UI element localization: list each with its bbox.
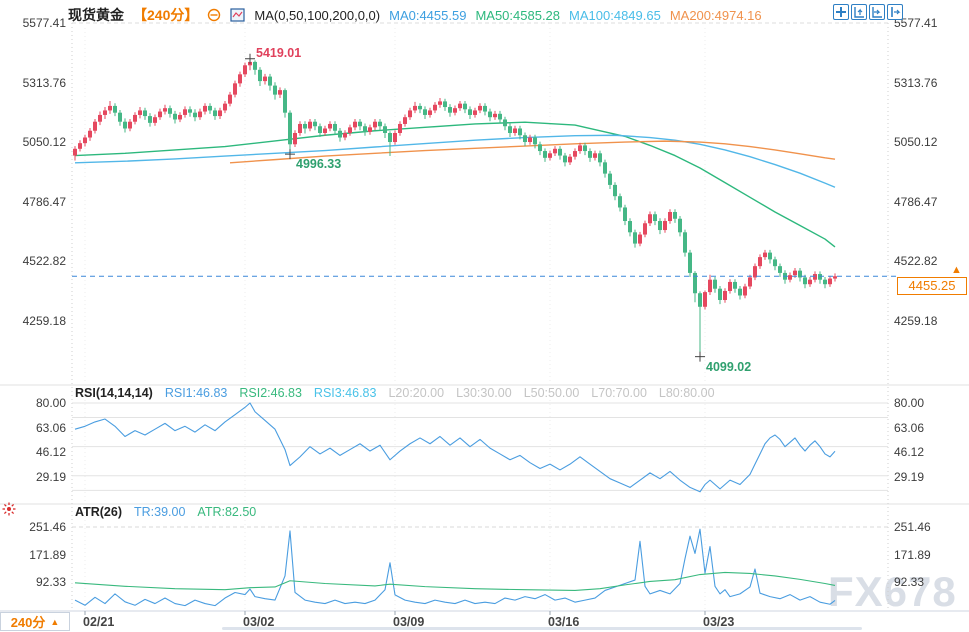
price-axis-label: 5050.12 bbox=[4, 135, 66, 149]
atr-label: ATR(26) bbox=[75, 505, 122, 519]
minus-circle-icon[interactable] bbox=[207, 8, 221, 22]
rsi-axis-label: 29.19 bbox=[4, 470, 66, 484]
price-axis-label: 4786.47 bbox=[4, 195, 66, 209]
atr-axis-label: 171.89 bbox=[4, 548, 66, 562]
timeframe-selector[interactable]: 240分 ▲ bbox=[0, 612, 70, 631]
rsi2-value: RSI2:46.83 bbox=[239, 386, 302, 400]
caret-up-icon: ▲ bbox=[50, 617, 59, 627]
ma200-value: MA200:4974.16 bbox=[670, 8, 762, 23]
tr-value: TR:39.00 bbox=[134, 505, 185, 519]
ma-params-label: MA(0,50,100,200,0,0) bbox=[254, 8, 380, 23]
price-up-arrow-icon: ▲ bbox=[951, 264, 962, 276]
ma0-value: MA0:4455.59 bbox=[389, 8, 466, 23]
timeframe-label: 【240分】 bbox=[133, 5, 198, 25]
move-icon[interactable] bbox=[833, 4, 849, 20]
price-axis-label: 4522.82 bbox=[4, 254, 66, 268]
rsi-l30-label: L30:30.00 bbox=[456, 386, 512, 400]
price-annotation: 4996.33 bbox=[296, 157, 341, 171]
ma50-value: MA50:4585.28 bbox=[475, 8, 560, 23]
rsi-axis-label: 63.06 bbox=[4, 421, 66, 435]
price-axis-label: 5313.76 bbox=[4, 76, 66, 90]
rsi-panel-header: RSI(14,14,14) RSI1:46.83 RSI2:46.83 RSI3… bbox=[75, 386, 715, 400]
rsi-axis-label: 80.00 bbox=[4, 396, 66, 410]
rsi-l20-label: L20:20.00 bbox=[388, 386, 444, 400]
rsi-axis-label: 63.06 bbox=[894, 421, 924, 435]
go-to-latest-icon[interactable] bbox=[887, 4, 903, 20]
chart-application: 现货黄金 【240分】 MA(0,50,100,200,0,0) MA0:445… bbox=[0, 0, 969, 632]
last-price-tag: 4455.25 bbox=[897, 277, 967, 295]
rsi-l70-label: L70:70.00 bbox=[591, 386, 647, 400]
atr-panel-header: ATR(26) TR:39.00 ATR:82.50 bbox=[75, 505, 256, 519]
price-annotation: 4099.02 bbox=[706, 360, 751, 374]
price-axis-label: 4522.82 bbox=[894, 254, 937, 268]
atr-axis-label: 171.89 bbox=[894, 548, 931, 562]
horizontal-scrollbar[interactable] bbox=[222, 627, 862, 630]
x-axis-scale-icon[interactable] bbox=[869, 4, 885, 20]
rsi-axis-label: 46.12 bbox=[4, 445, 66, 459]
rsi-axis-label: 80.00 bbox=[894, 396, 924, 410]
atr-axis-label: 251.46 bbox=[894, 520, 931, 534]
rsi1-value: RSI1:46.83 bbox=[165, 386, 228, 400]
x-axis-date-label: 02/21 bbox=[83, 615, 114, 629]
atr-axis-label: 92.33 bbox=[4, 575, 66, 589]
indicator-chart-icon[interactable] bbox=[230, 8, 245, 22]
rsi-label: RSI(14,14,14) bbox=[75, 386, 153, 400]
rsi3-value: RSI3:46.83 bbox=[314, 386, 377, 400]
sun-settings-icon[interactable] bbox=[2, 502, 16, 521]
y-axis-scale-icon[interactable] bbox=[851, 4, 867, 20]
price-axis-label: 4259.18 bbox=[894, 314, 937, 328]
rsi-axis-label: 46.12 bbox=[894, 445, 924, 459]
price-axis-label: 5050.12 bbox=[894, 135, 937, 149]
atr-value: ATR:82.50 bbox=[197, 505, 256, 519]
chart-toolbar bbox=[833, 4, 903, 20]
chart-canvas[interactable] bbox=[0, 0, 969, 632]
rsi-l80-label: L80:80.00 bbox=[659, 386, 715, 400]
ma100-value: MA100:4849.65 bbox=[569, 8, 661, 23]
atr-axis-label: 92.33 bbox=[894, 575, 924, 589]
timeframe-selector-label: 240分 bbox=[11, 612, 46, 631]
price-axis-label: 4259.18 bbox=[4, 314, 66, 328]
chart-header: 现货黄金 【240分】 MA(0,50,100,200,0,0) MA0:445… bbox=[68, 5, 762, 25]
instrument-title: 现货黄金 bbox=[68, 5, 124, 25]
price-annotation: 5419.01 bbox=[256, 46, 301, 60]
rsi-l50-label: L50:50.00 bbox=[524, 386, 580, 400]
price-axis-label: 4786.47 bbox=[894, 195, 937, 209]
price-axis-label: 5577.41 bbox=[4, 16, 66, 30]
price-axis-label: 5313.76 bbox=[894, 76, 937, 90]
atr-axis-label: 251.46 bbox=[4, 520, 66, 534]
rsi-axis-label: 29.19 bbox=[894, 470, 924, 484]
